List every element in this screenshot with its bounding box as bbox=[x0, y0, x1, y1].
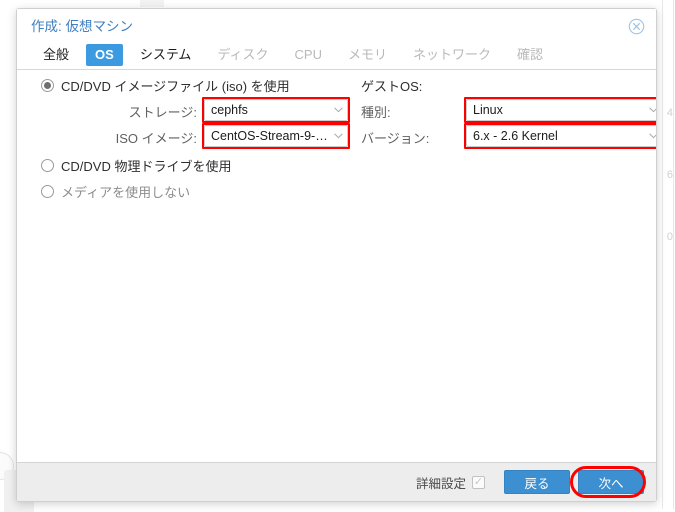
radio-iso-file-indicator bbox=[41, 79, 54, 92]
background-axis-label-1: 6 bbox=[667, 170, 673, 181]
radio-no-media-indicator bbox=[41, 185, 54, 198]
tab-cpu[interactable]: CPU bbox=[286, 44, 331, 66]
advanced-settings-label: 詳細設定 bbox=[416, 473, 466, 492]
chevron-down-icon bbox=[649, 133, 656, 139]
dialog-footer: 詳細設定 ✓ 戻る 次へ bbox=[17, 462, 656, 501]
radio-physical-drive-label: CD/DVD 物理ドライブを使用 bbox=[61, 156, 231, 175]
chevron-down-icon bbox=[334, 133, 343, 139]
radio-option-physical-drive[interactable]: CD/DVD 物理ドライブを使用 bbox=[41, 154, 231, 176]
dialog-titlebar: 作成: 仮想マシン bbox=[17, 9, 656, 41]
os-version-select-value: 6.x - 2.6 Kernel bbox=[473, 129, 645, 143]
storage-select-value: cephfs bbox=[211, 103, 330, 117]
background-axis-label-0: 4 bbox=[667, 108, 673, 119]
tab-os[interactable]: OS bbox=[86, 44, 123, 66]
storage-select[interactable]: cephfs bbox=[204, 99, 348, 121]
background-axis-line-1 bbox=[662, 0, 663, 509]
os-type-label: 種別: bbox=[361, 102, 451, 121]
background-axis-label-2: 0 bbox=[667, 232, 673, 243]
tab-confirm[interactable]: 確認 bbox=[508, 44, 552, 66]
close-circle-icon[interactable] bbox=[628, 18, 645, 35]
iso-image-select-value: CentOS-Stream-9-late bbox=[211, 129, 330, 143]
tab-disk[interactable]: ディスク bbox=[208, 44, 277, 66]
os-type-select-value: Linux bbox=[473, 103, 645, 117]
tab-system[interactable]: システム bbox=[131, 44, 201, 66]
next-button[interactable]: 次へ bbox=[578, 470, 644, 494]
guest-os-heading: ゲストOS: bbox=[361, 76, 422, 95]
dialog-title: 作成: 仮想マシン bbox=[31, 15, 133, 35]
tab-general[interactable]: 全般 bbox=[34, 44, 78, 66]
os-type-select[interactable]: Linux bbox=[466, 99, 656, 121]
advanced-settings-checkbox[interactable]: ✓ bbox=[472, 476, 485, 489]
os-version-label: バージョン: bbox=[361, 128, 461, 147]
iso-image-label: ISO イメージ: bbox=[77, 128, 197, 147]
radio-physical-drive-indicator bbox=[41, 159, 54, 172]
radio-iso-file-label: CD/DVD イメージファイル (iso) を使用 bbox=[61, 76, 290, 95]
back-button[interactable]: 戻る bbox=[504, 470, 570, 494]
create-vm-dialog: 作成: 仮想マシン 全般 OS システム ディスク CPU メモリ ネットワーク… bbox=[16, 8, 657, 502]
background-axis-line-2 bbox=[673, 0, 674, 509]
dialog-body: CD/DVD イメージファイル (iso) を使用 ゲストOS: ストレージ: … bbox=[17, 70, 656, 462]
radio-option-iso-file[interactable]: CD/DVD イメージファイル (iso) を使用 bbox=[41, 74, 290, 96]
os-version-select[interactable]: 6.x - 2.6 Kernel bbox=[466, 125, 656, 147]
wizard-tabbar: 全般 OS システム ディスク CPU メモリ ネットワーク 確認 bbox=[17, 41, 656, 70]
chevron-down-icon bbox=[334, 107, 343, 113]
background-top-tick bbox=[140, 0, 164, 7]
storage-label: ストレージ: bbox=[77, 102, 197, 121]
radio-no-media-label: メディアを使用しない bbox=[61, 182, 190, 201]
tab-network[interactable]: ネットワーク bbox=[404, 44, 500, 66]
chevron-down-icon bbox=[649, 107, 656, 113]
iso-image-select[interactable]: CentOS-Stream-9-late bbox=[204, 125, 348, 147]
tab-memory[interactable]: メモリ bbox=[339, 44, 396, 66]
radio-option-no-media[interactable]: メディアを使用しない bbox=[41, 180, 190, 202]
